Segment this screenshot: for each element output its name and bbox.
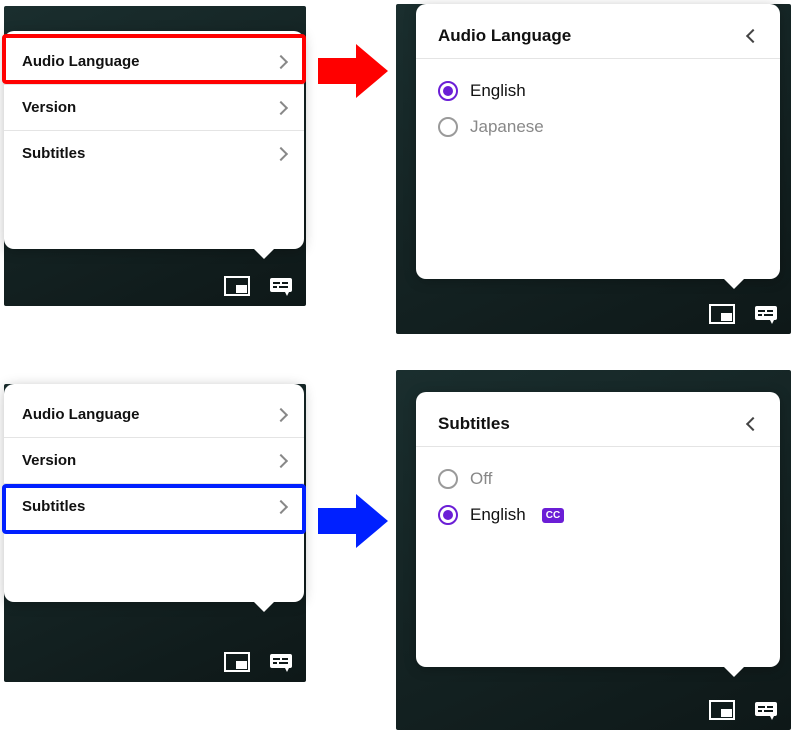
option-english[interactable]: English [438,73,758,109]
subtitles-options: Off English CC [416,447,780,547]
detail-header: Audio Language [416,12,780,59]
radio-selected-icon [438,81,458,101]
subtitles-icon[interactable] [268,652,294,674]
subtitles-icon[interactable] [268,276,294,298]
subtitles-popover: Subtitles Off English CC [416,392,780,667]
audio-language-options: English Japanese [416,59,780,159]
chevron-right-icon [274,453,288,467]
radio-selected-icon [438,505,458,525]
option-label: English [470,505,526,525]
cc-badge: CC [542,508,564,523]
menu-item-label: Version [22,452,76,469]
pip-icon[interactable] [224,652,250,674]
menu-item-label: Audio Language [22,53,140,70]
player-background-tl: Audio Language Version Subtitles [4,6,306,306]
menu-item-subtitles[interactable]: Subtitles [4,131,304,176]
option-english-cc[interactable]: English CC [438,497,758,533]
player-controls [709,304,779,326]
player-background-tr: Audio Language English Japanese [396,4,791,334]
player-controls [709,700,779,722]
detail-header: Subtitles [416,400,780,447]
option-japanese[interactable]: Japanese [438,109,758,145]
pip-icon[interactable] [709,700,735,722]
menu-item-subtitles[interactable]: Subtitles [4,484,304,529]
chevron-right-icon [274,146,288,160]
chevron-left-icon[interactable] [746,417,760,431]
chevron-left-icon[interactable] [746,29,760,43]
arrow-red-icon [318,40,388,102]
player-controls [224,652,294,674]
pip-icon[interactable] [709,304,735,326]
player-controls [224,276,294,298]
settings-popover: Audio Language Version Subtitles [4,384,304,602]
chevron-right-icon [274,54,288,68]
menu-item-label: Version [22,99,76,116]
radio-unselected-icon [438,469,458,489]
menu-item-label: Audio Language [22,406,140,423]
chevron-right-icon [274,499,288,513]
subtitles-icon[interactable] [753,304,779,326]
subtitles-icon[interactable] [753,700,779,722]
pip-icon[interactable] [224,276,250,298]
menu-item-version[interactable]: Version [4,438,304,484]
arrow-blue-icon [318,490,388,552]
detail-title: Audio Language [438,26,571,46]
option-label: English [470,81,526,101]
player-background-br: Subtitles Off English CC [396,370,791,730]
menu-item-label: Subtitles [22,145,85,162]
option-off[interactable]: Off [438,461,758,497]
option-label: Off [470,469,492,489]
menu-item-audio-language[interactable]: Audio Language [4,39,304,85]
chevron-right-icon [274,407,288,421]
player-background-bl: Audio Language Version Subtitles [4,384,306,682]
radio-unselected-icon [438,117,458,137]
menu-item-audio-language[interactable]: Audio Language [4,392,304,438]
detail-title: Subtitles [438,414,510,434]
settings-popover: Audio Language Version Subtitles [4,31,304,249]
audio-language-popover: Audio Language English Japanese [416,4,780,279]
chevron-right-icon [274,100,288,114]
menu-item-version[interactable]: Version [4,85,304,131]
option-label: Japanese [470,117,544,137]
menu-item-label: Subtitles [22,498,85,515]
